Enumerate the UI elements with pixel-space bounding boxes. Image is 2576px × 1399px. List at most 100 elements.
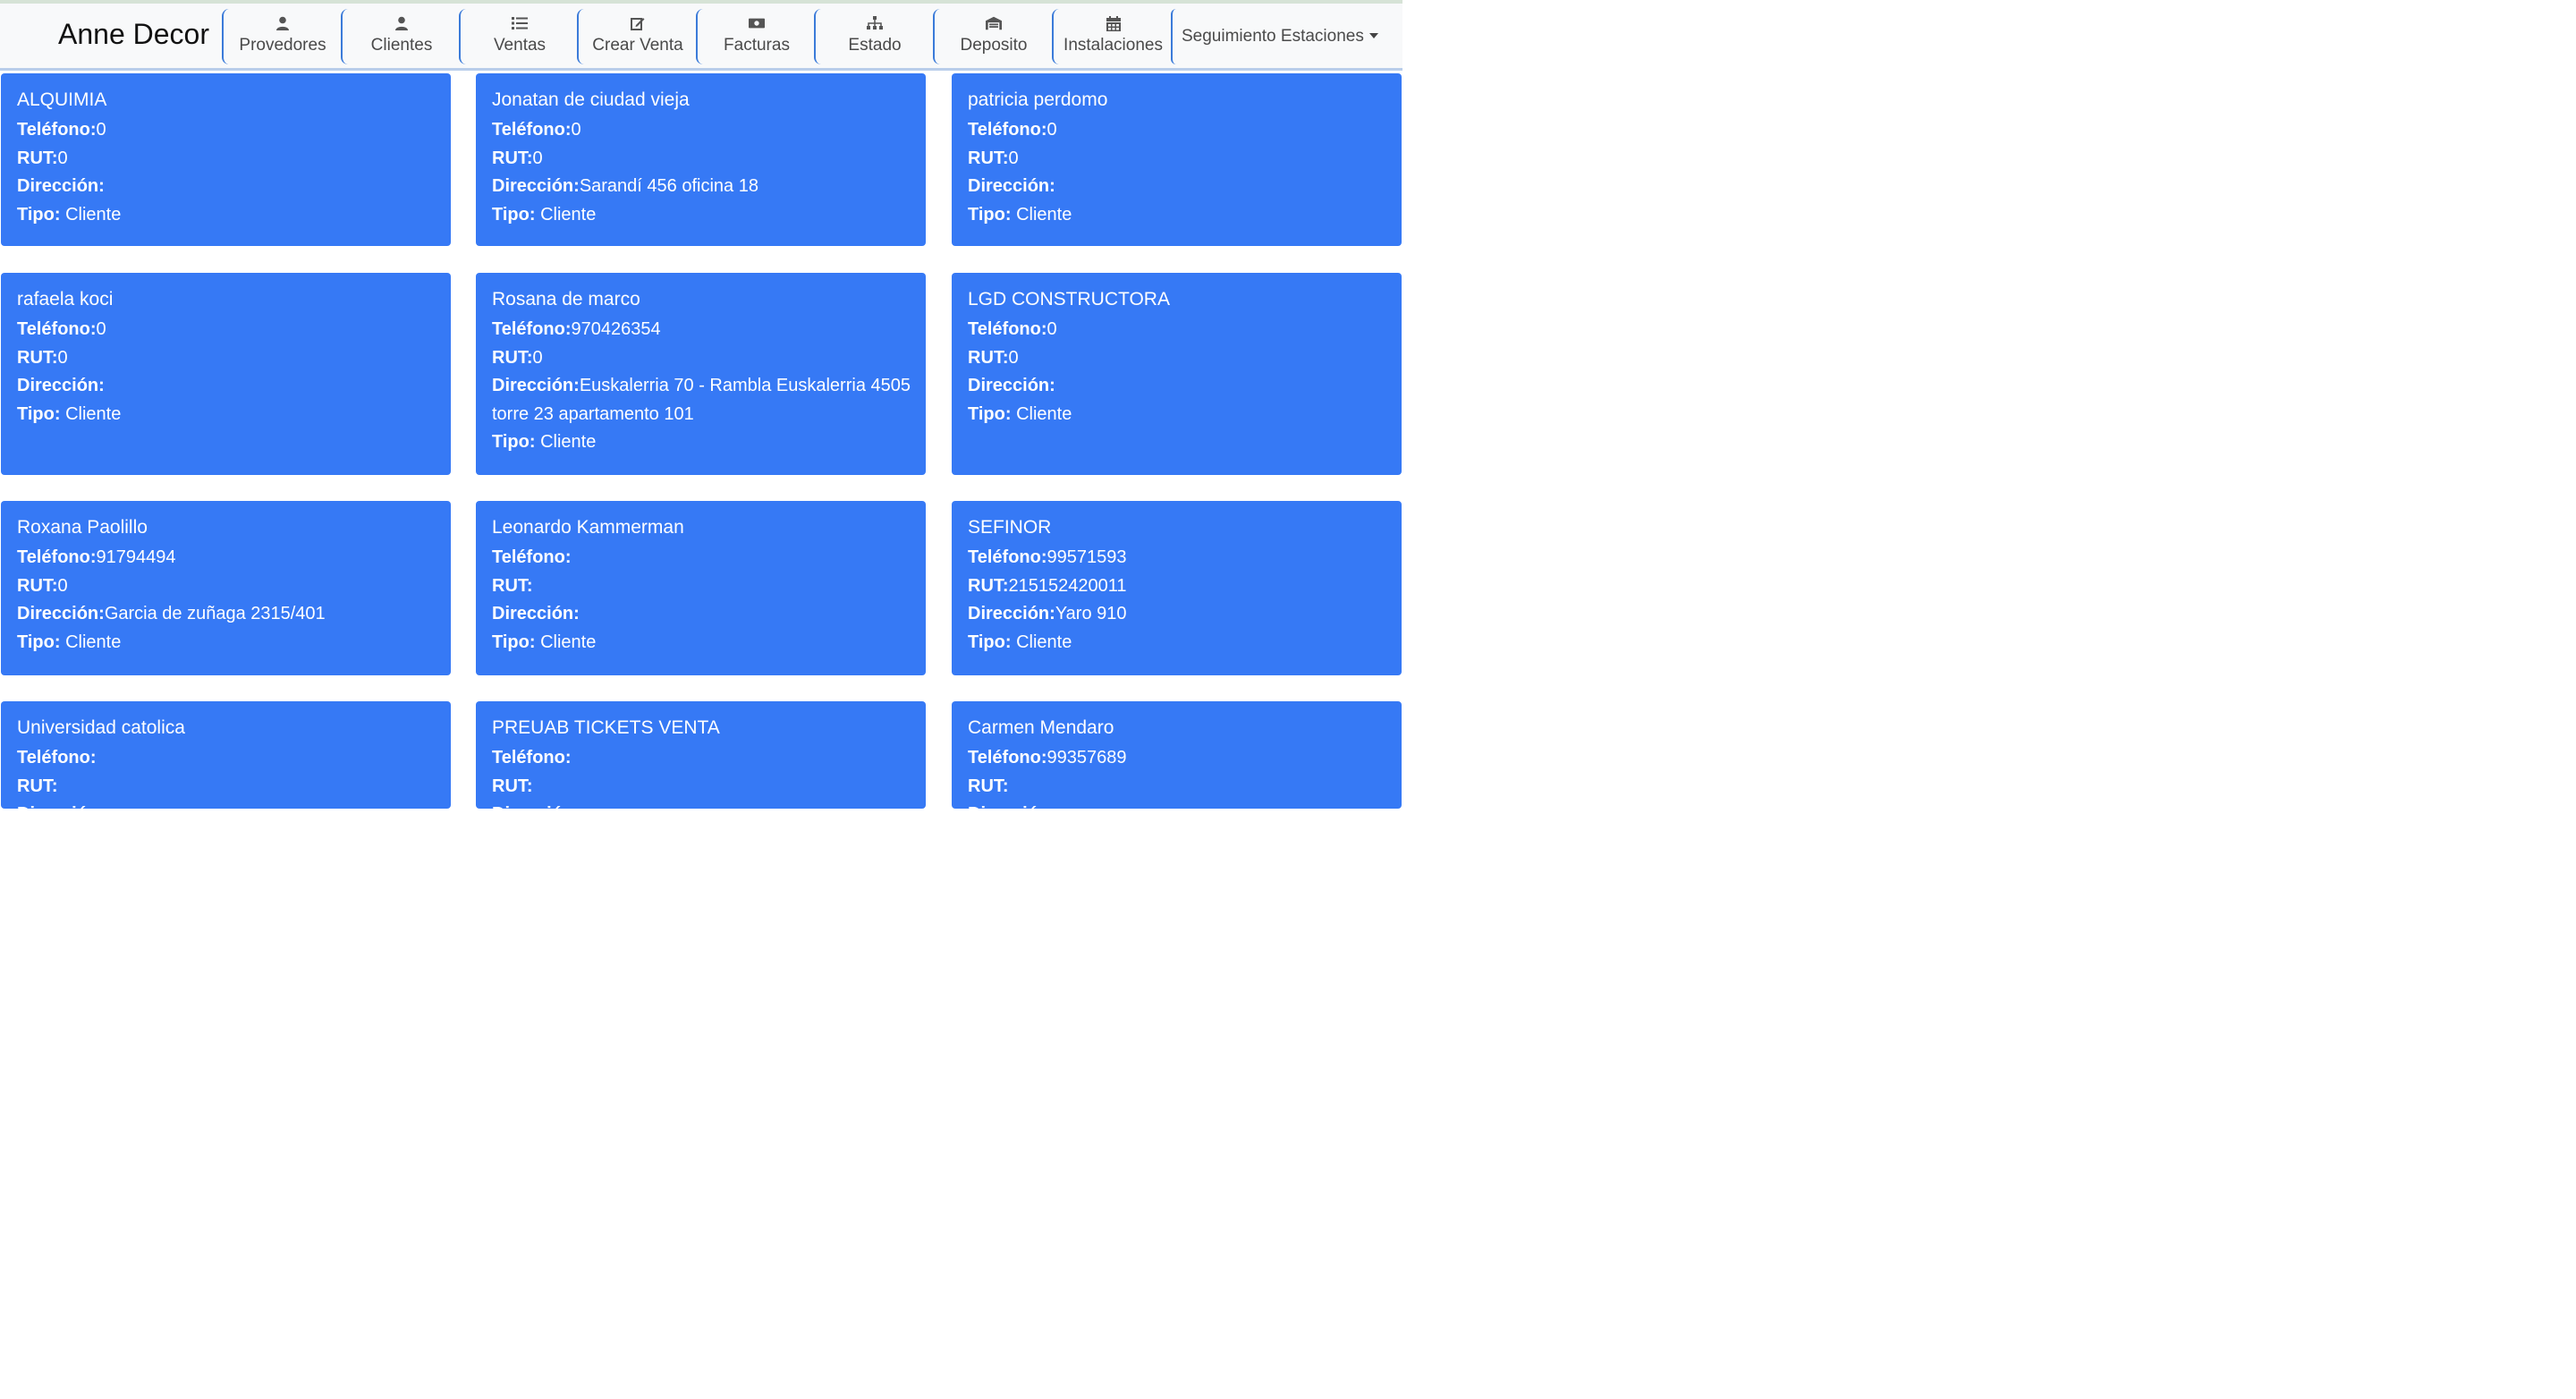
client-telefono-label: Teléfono: [17,319,97,339]
brand-logo[interactable]: Anne Decor [58,18,209,51]
client-name: SEFINOR [968,517,1052,538]
client-tipo-label: Tipo: [17,832,61,852]
client-card[interactable]: PREUAB TICKETS VENTA Teléfono: RUT: Direcci… [476,701,926,852]
client-rut-label: RUT: [492,575,533,596]
client-card[interactable]: Universidad catolica Teléfono: RUT: Direcci… [1,701,451,852]
client-direccion-row: Dirección:Yaro 910 [968,600,1386,629]
client-tipo-row: Tipo: [17,829,436,858]
client-tipo-value: Cliente [540,432,597,452]
edit-icon [630,15,646,31]
client-direccion-row: Dirección:Euskalerria 70 - Rambla Euskal… [492,372,911,428]
client-name: Carmen Mendaro [968,717,1114,738]
client-card[interactable]: ALQUIMIA Teléfono:0 RUT:0 Dirección: Tipo: C… [1,73,451,246]
client-rut-row: RUT:0 [17,145,436,174]
client-card[interactable]: Carmen Mendaro Teléfono:99357689 RUT: Direc… [952,701,1402,852]
nav-item-estado[interactable]: Estado [814,9,934,64]
client-tipo-label: Tipo: [492,632,536,652]
client-card[interactable]: Leonardo Kammerman Teléfono: RUT: Dirección… [476,501,926,675]
nav-item-instalaciones[interactable]: Instalaciones [1052,9,1173,64]
nav-item-facturas[interactable]: Facturas [696,9,816,64]
nav-label: Ventas [493,36,547,55]
client-direccion-label: Dirección: [17,804,105,824]
nav-item-deposito[interactable]: Deposito [933,9,1053,64]
client-telefono-row: Teléfono: [492,744,911,773]
client-rut-row: RUT:0 [17,344,436,373]
client-telefono-value: 970426354 [571,319,661,339]
client-name: patricia perdomo [968,89,1108,110]
client-direccion-value: Sarandí 456 oficina 18 [579,176,758,196]
client-tipo-label: Tipo: [968,632,1012,652]
client-tipo-value: Cliente [65,204,122,225]
client-direccion-row: Dirección: [968,801,1386,829]
nav-label: Deposito [960,36,1028,55]
seguimiento-estaciones-dropdown[interactable]: Seguimiento Estaciones [1182,27,1378,47]
client-telefono-row: Teléfono:0 [17,316,436,344]
client-telefono-label: Teléfono: [492,319,572,339]
client-direccion-label: Dirección: [17,376,105,395]
client-tipo-row: Tipo: Cliente [17,401,436,429]
client-rut-row: RUT: [492,572,911,601]
client-direccion-label: Dirección: [968,604,1055,623]
client-direccion-row: Dirección: [492,600,911,629]
client-direccion-value: Garcia de zuñaga 2315/401 [104,604,326,623]
client-telefono-value: 0 [96,120,106,140]
client-direccion-row: Dirección:Garcia de zuñaga 2315/401 [17,600,436,629]
client-name: ALQUIMIA [17,89,107,110]
client-tipo-label: Tipo: [17,403,61,424]
client-name: Universidad catolica [17,717,185,738]
client-tipo-row: Tipo: Cliente [492,629,911,657]
client-direccion-label: Dirección: [17,604,105,623]
client-tipo-label: Tipo: [17,204,61,225]
client-direccion-row: Dirección:Sarandí 456 oficina 18 [492,173,911,201]
client-telefono-label: Teléfono: [17,748,97,767]
client-direccion-row: Dirección: [968,173,1386,201]
client-rut-label: RUT: [968,148,1009,168]
client-rut-label: RUT: [17,575,58,596]
client-telefono-value: 0 [96,319,106,339]
client-name: LGD CONSTRUCTORA [968,289,1170,309]
client-rut-value: 0 [57,347,68,368]
client-card[interactable]: SEFINOR Teléfono:99571593 RUT:215152420011… [952,501,1402,675]
nav-item-provedores[interactable]: Provedores [222,9,342,64]
client-direccion-row: Dirección: [968,372,1386,401]
client-telefono-label: Teléfono: [968,319,1047,339]
client-card[interactable]: Rosana de marco Teléfono:970426354 RUT:0 Di… [476,273,926,475]
client-telefono-row: Teléfono:970426354 [492,316,911,344]
sitemap-icon [867,15,883,31]
client-name: Rosana de marco [492,289,640,309]
client-telefono-value: 0 [1046,319,1057,339]
client-rut-value: 0 [57,575,68,596]
nav-label: Estado [848,36,902,55]
client-rut-value: 215152420011 [1008,575,1127,596]
client-telefono-value: 0 [1046,120,1057,140]
client-tipo-row: Tipo: Cliente [968,401,1386,429]
client-tipo-row: Tipo: Cliente [17,629,436,657]
client-direccion-label: Dirección: [968,376,1055,395]
client-card[interactable]: patricia perdomo Teléfono:0 RUT: 0 Dirección… [952,73,1402,246]
client-telefono-row: Teléfono:0 [968,316,1386,344]
nav-item-crear-venta[interactable]: Crear Venta [577,9,697,64]
calendar-icon [1106,15,1122,31]
client-tipo-row: Tipo: [968,829,1386,858]
client-tipo-row: Tipo: Cliente [492,201,911,230]
client-card[interactable]: LGD CONSTRUCTORA Teléfono:0 RUT:0 Dirección… [952,273,1402,475]
client-tipo-value: Cliente [65,632,122,652]
nav-item-clientes[interactable]: Clientes [341,9,461,64]
nav-item-ventas[interactable]: Ventas [459,9,579,64]
client-direccion-row: Dirección: [17,173,436,201]
client-telefono-row: Teléfono:0 [492,116,911,145]
client-telefono-label: Teléfono: [492,547,572,567]
client-card[interactable]: rafaela koci Teléfono:0 RUT:0 Dirección: Tip… [1,273,451,475]
client-rut-value: 0 [532,347,543,368]
client-rut-value: 0 [532,148,543,168]
client-card[interactable]: Roxana Paolillo Teléfono:91794494 RUT:0 Dir… [1,501,451,675]
client-tipo-label: Tipo: [17,632,61,652]
nav-divider [1171,9,1176,64]
client-card[interactable]: Jonatan de ciudad vieja Teléfono:0 RUT:0 Di… [476,73,926,246]
client-rut-value: 0 [57,148,68,168]
client-direccion-value: Yaro 910 [1055,604,1127,623]
client-telefono-row: Teléfono:0 [968,116,1386,145]
client-telefono-row: Teléfono: [492,544,911,572]
client-telefono-row: Teléfono: [17,744,436,773]
client-telefono-value: 0 [571,120,581,140]
